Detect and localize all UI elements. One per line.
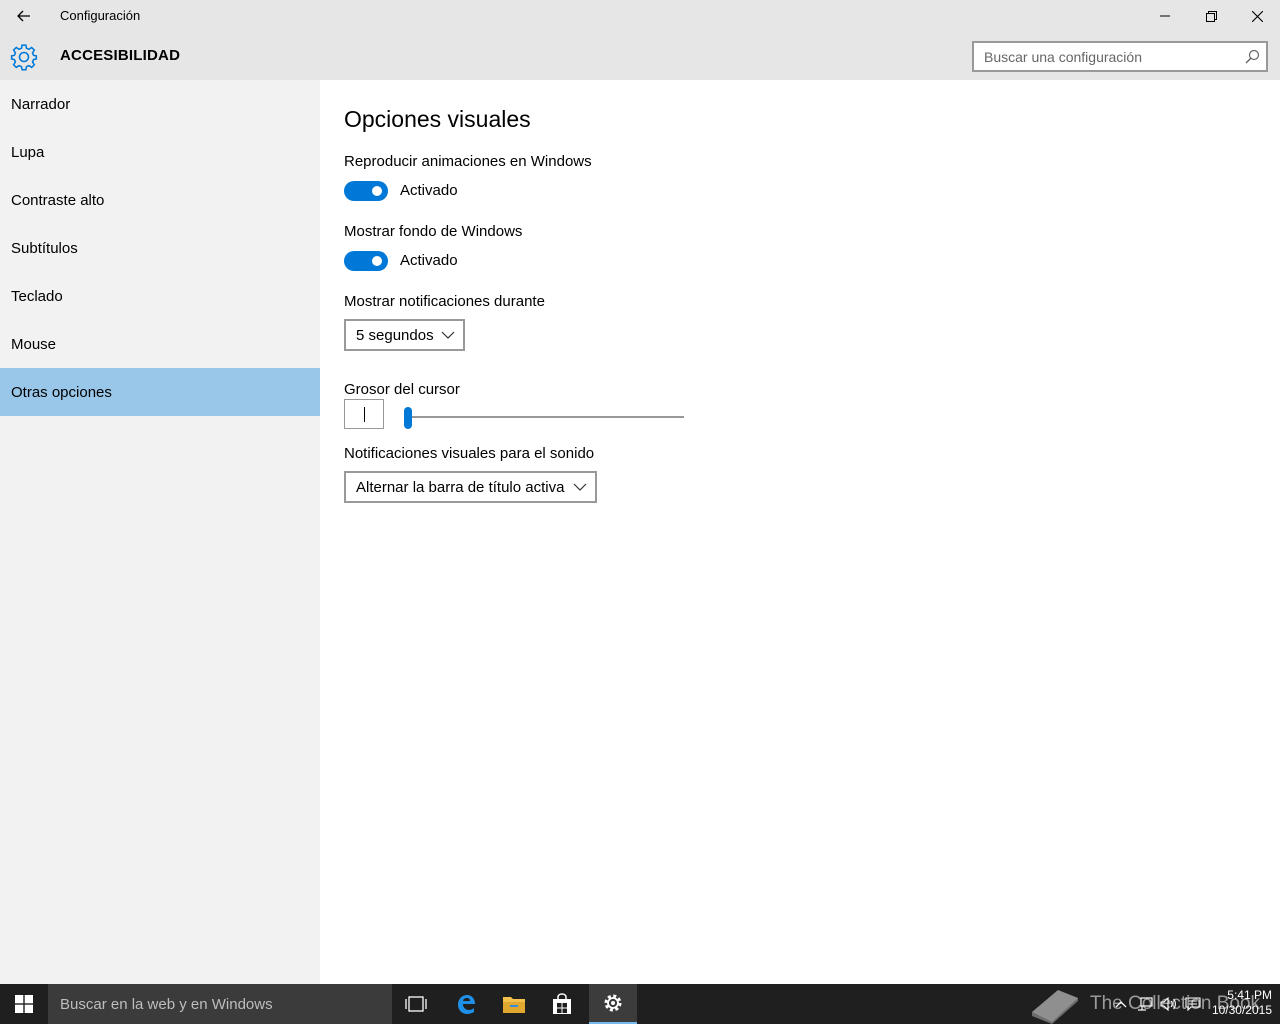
title-bar: Configuración <box>0 0 1280 32</box>
animations-toggle[interactable] <box>344 181 388 201</box>
close-button[interactable] <box>1234 0 1280 32</box>
sound-notifications-label: Notificaciones visuales para el sonido <box>344 445 595 462</box>
task-view-icon <box>405 996 427 1012</box>
task-view-button[interactable] <box>392 984 440 1024</box>
background-label: Mostrar fondo de Windows <box>344 223 523 240</box>
sidebar-item-otras-opciones[interactable]: Otras opciones <box>0 368 320 416</box>
main-content: Opciones visuales Reproducir animaciones… <box>320 80 1280 984</box>
cursor-preview <box>344 399 384 429</box>
chevron-down-icon <box>573 483 587 491</box>
cursor-slider-thumb[interactable] <box>404 407 412 429</box>
window-title: Configuración <box>60 8 141 23</box>
store-icon <box>553 993 571 1014</box>
cursor-slider-track[interactable] <box>404 416 684 418</box>
section-title: ACCESIBILIDAD <box>60 47 181 64</box>
sidebar-item-label: Otras opciones <box>11 383 112 401</box>
search-icon[interactable] <box>1245 49 1260 64</box>
restore-button[interactable] <box>1188 0 1234 32</box>
search-input[interactable] <box>984 48 1234 66</box>
settings-taskbar-button[interactable] <box>589 984 637 1024</box>
toggle-knob <box>372 256 382 266</box>
taskbar-search[interactable]: Buscar en la web y en Windows <box>48 984 392 1024</box>
close-icon <box>1251 10 1263 22</box>
sidebar-item-teclado[interactable]: Teclado <box>0 272 320 320</box>
clock-date: 10/30/2015 <box>1211 1003 1272 1017</box>
dropdown-value: 5 segundos <box>356 326 434 344</box>
volume-icon <box>1160 997 1176 1011</box>
restore-icon <box>1205 10 1217 22</box>
volume-button[interactable] <box>1158 984 1180 1024</box>
settings-header: ACCESIBILIDAD <box>0 32 1280 80</box>
taskbar: Buscar en la web y en Windows The Collec… <box>0 984 1280 1024</box>
page-title: Opciones visuales <box>344 106 531 132</box>
clock[interactable]: 5:41 PM 10/30/2015 <box>1208 988 1272 1018</box>
network-button[interactable] <box>1134 984 1156 1024</box>
sidebar-item-mouse[interactable]: Mouse <box>0 320 320 368</box>
file-explorer-button[interactable] <box>490 984 538 1024</box>
sidebar: Narrador Lupa Contraste alto Subtítulos … <box>0 80 320 984</box>
sidebar-item-label: Subtítulos <box>11 239 78 257</box>
clock-time: 5:41 PM <box>1227 988 1272 1002</box>
animations-label: Reproducir animaciones en Windows <box>344 153 592 170</box>
cursor-line <box>364 407 365 422</box>
windows-logo-icon <box>15 995 33 1013</box>
animations-state: Activado <box>400 182 458 199</box>
sidebar-item-contraste-alto[interactable]: Contraste alto <box>0 176 320 224</box>
minimize-icon <box>1160 15 1170 17</box>
search-box[interactable] <box>972 41 1268 72</box>
chevron-up-icon <box>1115 1001 1127 1008</box>
dropdown-value: Alternar la barra de título activa <box>356 478 565 496</box>
background-toggle[interactable] <box>344 251 388 271</box>
sidebar-item-label: Narrador <box>11 95 71 113</box>
edge-icon <box>458 995 475 1014</box>
book-icon <box>1032 990 1078 1024</box>
minimize-button[interactable] <box>1142 0 1188 32</box>
action-center-icon <box>1185 997 1201 1011</box>
notifications-duration-dropdown[interactable]: 5 segundos <box>344 319 465 351</box>
sidebar-item-label: Mouse <box>11 335 57 353</box>
file-explorer-icon <box>503 997 525 1013</box>
start-button[interactable] <box>0 984 48 1024</box>
store-button[interactable] <box>538 984 586 1024</box>
cursor-thickness-label: Grosor del cursor <box>344 381 460 398</box>
background-state: Activado <box>400 252 458 269</box>
sound-notifications-dropdown[interactable]: Alternar la barra de título activa <box>344 471 597 503</box>
sidebar-item-label: Lupa <box>11 143 45 161</box>
gear-icon <box>10 44 38 71</box>
sidebar-item-subtitulos[interactable]: Subtítulos <box>0 224 320 272</box>
edge-button[interactable] <box>442 984 490 1024</box>
sidebar-item-lupa[interactable]: Lupa <box>0 128 320 176</box>
back-button[interactable] <box>0 0 48 32</box>
show-hidden-icons-button[interactable] <box>1112 984 1130 1024</box>
toggle-knob <box>372 186 382 196</box>
network-icon <box>1138 997 1153 1011</box>
sidebar-item-label: Contraste alto <box>11 191 105 209</box>
chevron-down-icon <box>441 331 455 339</box>
settings-icon <box>604 994 622 1012</box>
action-center-button[interactable] <box>1182 984 1204 1024</box>
notifications-label: Mostrar notificaciones durante <box>344 293 545 310</box>
sidebar-item-narrador[interactable]: Narrador <box>0 80 320 128</box>
sidebar-item-label: Teclado <box>11 287 63 305</box>
taskbar-search-text: Buscar en la web y en Windows <box>60 996 273 1013</box>
arrow-left-icon <box>17 10 30 22</box>
